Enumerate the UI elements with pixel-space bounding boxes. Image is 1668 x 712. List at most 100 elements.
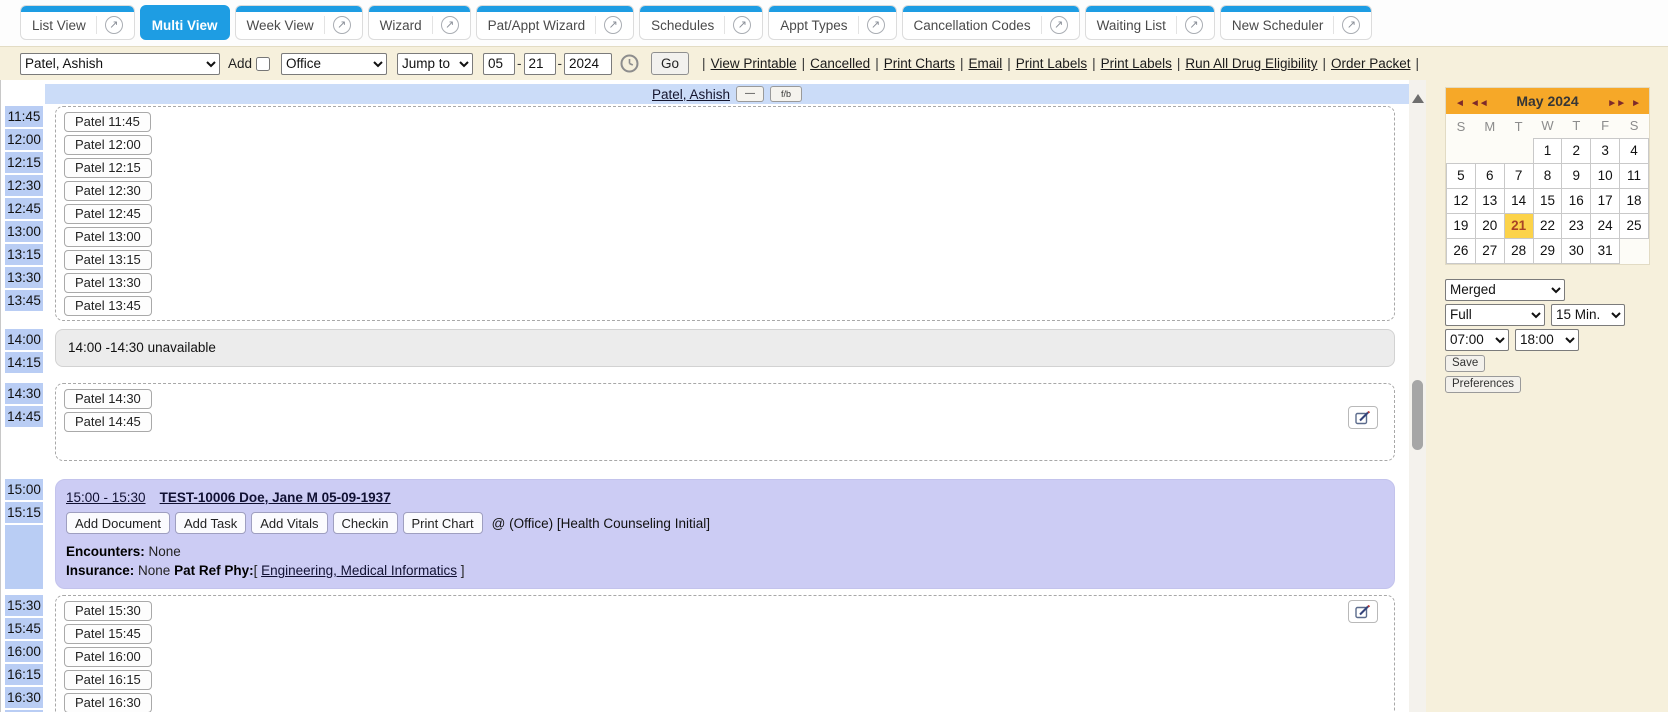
- toolbar-link-order-packet[interactable]: Order Packet: [1331, 56, 1411, 71]
- external-link-icon[interactable]: ↗: [333, 16, 351, 34]
- interval-select[interactable]: 15 Min.: [1551, 304, 1625, 326]
- save-button[interactable]: Save: [1445, 355, 1485, 372]
- day-cell-26[interactable]: 26: [1447, 238, 1476, 263]
- day-cell-29[interactable]: 29: [1533, 238, 1562, 263]
- external-link-icon[interactable]: ↗: [105, 16, 123, 34]
- day-cell-22[interactable]: 22: [1533, 213, 1562, 238]
- day-cell-14[interactable]: 14: [1504, 188, 1533, 213]
- external-link-icon[interactable]: ↗: [1050, 16, 1068, 34]
- date-month-input[interactable]: [483, 53, 515, 75]
- toolbar-link-print-charts[interactable]: Print Charts: [884, 56, 955, 71]
- day-cell-10[interactable]: 10: [1591, 163, 1620, 188]
- time-cell[interactable]: 14:45: [5, 406, 43, 427]
- time-cell[interactable]: 12:15: [5, 152, 43, 173]
- time-cell[interactable]: 16:15: [5, 664, 43, 685]
- time-cell[interactable]: 15:00: [5, 479, 43, 500]
- patient-link[interactable]: TEST-10006 Doe, Jane M 05-09-1937: [160, 490, 391, 505]
- external-link-icon[interactable]: ↗: [867, 16, 885, 34]
- slot-button-patel-11-45[interactable]: Patel 11:45: [64, 112, 151, 132]
- toolbar-link-view-printable[interactable]: View Printable: [711, 56, 797, 71]
- day-cell-9[interactable]: 9: [1562, 163, 1591, 188]
- start-time-select[interactable]: 07:00: [1445, 329, 1509, 351]
- day-cell-8[interactable]: 8: [1533, 163, 1562, 188]
- toolbar-link-cancelled[interactable]: Cancelled: [810, 56, 870, 71]
- time-cell[interactable]: 11:45: [5, 106, 43, 127]
- external-link-icon[interactable]: ↗: [441, 16, 459, 34]
- day-cell-4[interactable]: 4: [1620, 138, 1649, 163]
- external-link-icon[interactable]: ↗: [1185, 16, 1203, 34]
- edit-slot-button[interactable]: [1348, 600, 1378, 623]
- time-cell[interactable]: 13:30: [5, 267, 43, 288]
- day-cell-13[interactable]: 13: [1475, 188, 1504, 213]
- prev-month-icon[interactable]: ◄◄: [1467, 98, 1491, 109]
- day-cell-27[interactable]: 27: [1475, 238, 1504, 263]
- day-cell-21[interactable]: 21: [1504, 213, 1533, 238]
- minimize-column-button[interactable]: —: [736, 86, 764, 102]
- time-cell[interactable]: 12:30: [5, 175, 43, 196]
- slot-button-patel-13-45[interactable]: Patel 13:45: [64, 296, 152, 316]
- day-cell-12[interactable]: 12: [1447, 188, 1476, 213]
- day-cell-16[interactable]: 16: [1562, 188, 1591, 213]
- external-link-icon[interactable]: ↗: [1342, 16, 1360, 34]
- view-mode-select[interactable]: Merged: [1445, 279, 1565, 301]
- external-link-icon[interactable]: ↗: [733, 16, 751, 34]
- day-cell-3[interactable]: 3: [1591, 138, 1620, 163]
- slot-button-patel-16-00[interactable]: Patel 16:00: [64, 647, 152, 667]
- tab-pat-appt-wizard[interactable]: Pat/Appt Wizard↗: [476, 5, 635, 40]
- slot-button-patel-12-45[interactable]: Patel 12:45: [64, 204, 152, 224]
- print-chart-button[interactable]: Print Chart: [403, 512, 483, 534]
- time-cell[interactable]: 16:00: [5, 641, 43, 662]
- slot-button-patel-12-30[interactable]: Patel 12:30: [64, 181, 152, 201]
- slot-button-patel-15-45[interactable]: Patel 15:45: [64, 624, 152, 644]
- calendar-clock-icon[interactable]: [620, 54, 639, 73]
- time-cell[interactable]: 15:45: [5, 618, 43, 639]
- tab-cancellation-codes[interactable]: Cancellation Codes↗: [902, 5, 1080, 40]
- scroll-up-icon[interactable]: [1412, 94, 1424, 103]
- slot-button-patel-13-15[interactable]: Patel 13:15: [64, 250, 152, 270]
- date-year-input[interactable]: [564, 53, 612, 75]
- time-cell[interactable]: 15:30: [5, 595, 43, 616]
- edit-slot-button[interactable]: [1348, 406, 1378, 429]
- tab-waiting-list[interactable]: Waiting List↗: [1085, 5, 1215, 40]
- slot-button-patel-16-15[interactable]: Patel 16:15: [64, 670, 152, 690]
- time-cell[interactable]: 14:15: [5, 352, 43, 373]
- next-month-icon[interactable]: ►►: [1604, 98, 1628, 109]
- slot-button-patel-14-45[interactable]: Patel 14:45: [64, 412, 152, 432]
- add-document-button[interactable]: Add Document: [66, 512, 170, 534]
- day-cell-1[interactable]: 1: [1533, 138, 1562, 163]
- slot-button-patel-14-30[interactable]: Patel 14:30: [64, 389, 152, 409]
- slot-button-patel-15-30[interactable]: Patel 15:30: [64, 601, 152, 621]
- day-cell-31[interactable]: 31: [1591, 238, 1620, 263]
- tab-schedules[interactable]: Schedules↗: [639, 5, 763, 40]
- time-cell[interactable]: 14:00: [5, 329, 43, 350]
- referring-physician-link[interactable]: Engineering, Medical Informatics: [261, 563, 457, 578]
- day-cell-11[interactable]: 11: [1620, 163, 1649, 188]
- add-vitals-button[interactable]: Add Vitals: [251, 512, 327, 534]
- tab-appt-types[interactable]: Appt Types↗: [768, 5, 896, 40]
- time-cell[interactable]: 13:15: [5, 244, 43, 265]
- checkin-button[interactable]: Checkin: [333, 512, 398, 534]
- provider-column-link[interactable]: Patel, Ashish: [652, 87, 730, 102]
- slot-button-patel-12-00[interactable]: Patel 12:00: [64, 135, 152, 155]
- day-cell-5[interactable]: 5: [1447, 163, 1476, 188]
- add-task-button[interactable]: Add Task: [175, 512, 246, 534]
- next-year-icon[interactable]: ►: [1628, 98, 1643, 109]
- slot-button-patel-12-15[interactable]: Patel 12:15: [64, 158, 152, 178]
- day-cell-18[interactable]: 18: [1620, 188, 1649, 213]
- tab-new-scheduler[interactable]: New Scheduler↗: [1220, 5, 1373, 40]
- toolbar-link-email[interactable]: Email: [969, 56, 1003, 71]
- tab-wizard[interactable]: Wizard↗: [368, 5, 471, 40]
- toolbar-link-print-labels[interactable]: Print Labels: [1016, 56, 1087, 71]
- tab-multi-view[interactable]: Multi View: [140, 5, 230, 40]
- time-cell[interactable]: 13:00: [5, 221, 43, 242]
- vertical-scrollbar[interactable]: [1409, 80, 1426, 712]
- preferences-button[interactable]: Preferences: [1445, 376, 1521, 393]
- day-cell-7[interactable]: 7: [1504, 163, 1533, 188]
- time-cell[interactable]: 12:00: [5, 129, 43, 150]
- date-day-input[interactable]: [524, 53, 556, 75]
- day-cell-24[interactable]: 24: [1591, 213, 1620, 238]
- prev-year-icon[interactable]: ◄: [1452, 98, 1467, 109]
- appointment-time-link[interactable]: 15:00 - 15:30: [66, 490, 146, 505]
- add-checkbox[interactable]: [256, 57, 270, 71]
- provider-select[interactable]: Patel, Ashish: [20, 53, 220, 75]
